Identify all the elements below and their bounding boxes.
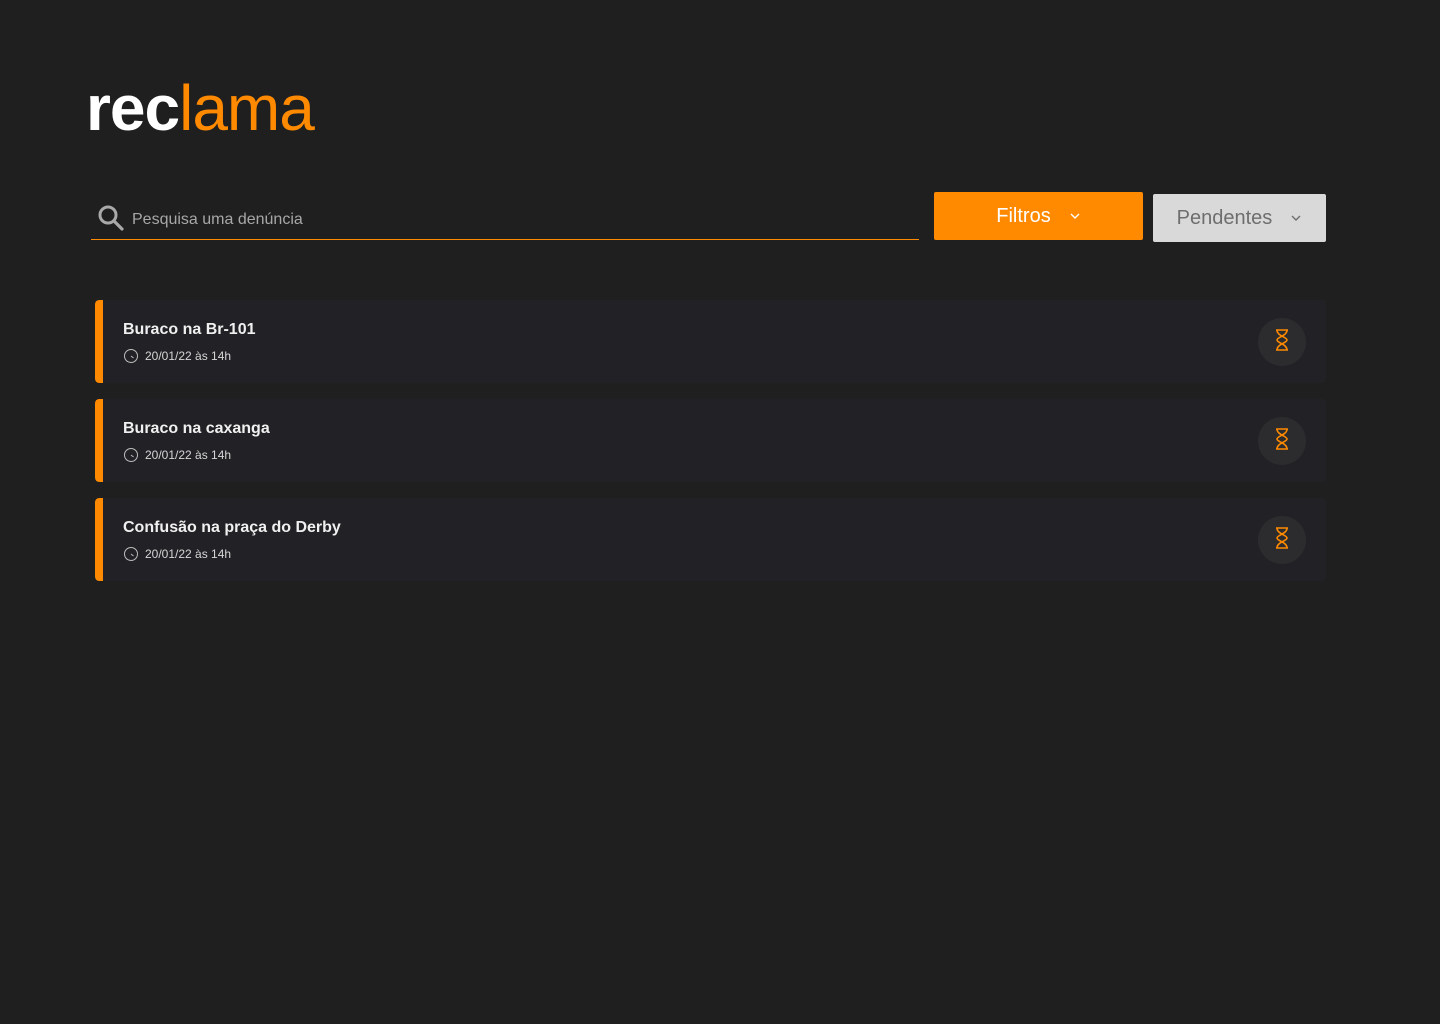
hourglass-icon [1274, 427, 1290, 455]
complaint-item[interactable]: Confusão na praça do Derby 20/01/22 às 1… [95, 498, 1326, 581]
complaint-title: Buraco na caxanga [123, 420, 270, 437]
status-button[interactable] [1258, 516, 1306, 564]
logo: reclama [86, 68, 315, 148]
logo-part-lama: lama [179, 72, 315, 144]
filtros-label: Filtros [996, 204, 1051, 227]
complaint-meta: 20/01/22 às 14h [123, 447, 231, 463]
hourglass-icon [1274, 328, 1290, 356]
complaint-date: 20/01/22 às 14h [145, 448, 232, 462]
complaint-list: Buraco na Br-101 20/01/22 às 14h Buraco … [95, 300, 1326, 597]
search-input[interactable] [132, 206, 892, 229]
complaint-meta: 20/01/22 às 14h [123, 348, 231, 364]
clock-icon [123, 546, 139, 562]
page: reclama Filtros Pendentes Buraco na Br-1… [0, 0, 1440, 1024]
status-button[interactable] [1258, 318, 1306, 366]
logo-part-rec: rec [86, 72, 180, 144]
status-button[interactable] [1258, 417, 1306, 465]
status-dropdown[interactable]: Pendentes [1153, 194, 1326, 242]
search-icon [96, 203, 126, 233]
complaint-title: Buraco na Br-101 [123, 321, 256, 338]
chevron-down-icon [1290, 212, 1302, 224]
hourglass-icon [1274, 526, 1290, 554]
status-accent-bar [95, 300, 103, 383]
clock-icon [123, 447, 139, 463]
status-dropdown-label: Pendentes [1176, 206, 1273, 229]
status-accent-bar [95, 399, 103, 482]
complaint-item[interactable]: Buraco na caxanga 20/01/22 às 14h [95, 399, 1326, 482]
chevron-down-icon [1069, 210, 1081, 222]
clock-icon [123, 348, 139, 364]
search-bar[interactable] [91, 196, 919, 240]
filtros-button[interactable]: Filtros [934, 192, 1143, 240]
complaint-meta: 20/01/22 às 14h [123, 546, 231, 562]
complaint-date: 20/01/22 às 14h [145, 547, 232, 561]
complaint-title: Confusão na praça do Derby [123, 519, 341, 536]
status-accent-bar [95, 498, 103, 581]
complaint-date: 20/01/22 às 14h [145, 349, 232, 363]
complaint-item[interactable]: Buraco na Br-101 20/01/22 às 14h [95, 300, 1326, 383]
